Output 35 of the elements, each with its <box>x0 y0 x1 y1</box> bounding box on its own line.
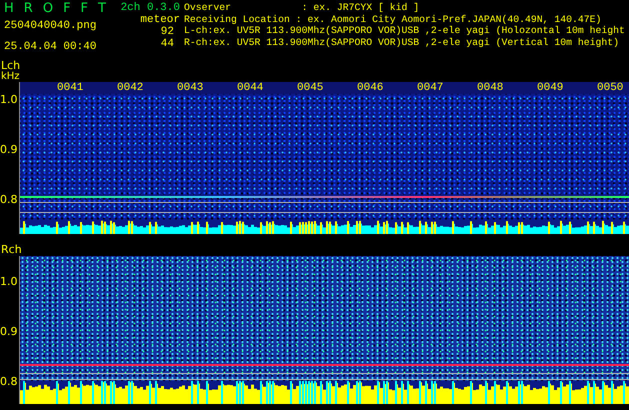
time-label: 0043 <box>177 82 204 94</box>
meteor-count: 92 <box>160 26 175 38</box>
title-letter: R <box>24 2 33 16</box>
title-letter: T <box>98 2 106 16</box>
time-label: 0042 <box>117 82 144 94</box>
time-label: 0045 <box>297 82 324 94</box>
channel-label: Lch <box>0 60 22 72</box>
file-name: 2504040040.png <box>4 20 98 32</box>
time-label: 0041 <box>57 82 84 94</box>
info-line: R-ch:ex. UV5R 113.900Mhz(SAPPORO VOR)USB ,2-ele yagi (Vertical 10m height) <box>184 36 620 48</box>
axis-tick-label: 0.8 <box>0 194 18 206</box>
axis-tick-label: 0.9 <box>0 326 18 338</box>
count-label: meteor <box>140 14 180 26</box>
time-label: 0049 <box>537 82 564 94</box>
time-label: 0046 <box>357 82 384 94</box>
time-label: 0047 <box>417 82 444 94</box>
channel-label: Rch <box>0 244 23 256</box>
info-line: Receiving Location : ex. Aomori City Aomori-Pref.JAPAN(40.49N, 140.47E) <box>184 14 602 25</box>
title-letter: H <box>4 2 14 16</box>
axis-tick-label: 1.0 <box>0 276 18 288</box>
axis-tick-label: 0.8 <box>0 376 18 388</box>
title-letter: F <box>63 2 71 16</box>
title-letter: O <box>42 2 54 16</box>
info-line: Ovserver : ex. JR7CYX [ kid ] <box>184 2 420 14</box>
axis-tick-label: 0.9 <box>0 144 18 156</box>
meteor-count: 44 <box>160 38 175 50</box>
axis-tick-label: 1.0 <box>0 94 18 106</box>
title-letter: F <box>80 2 88 16</box>
time-label: 0050 <box>597 82 624 94</box>
time-label: 0044 <box>237 82 264 94</box>
info-line: L-ch:ex. UV5R 113.900Mhz(SAPPORO VOR)USB ,2-ele yagi (Holozontal 10m height <box>184 25 626 36</box>
time-label: 0048 <box>477 82 504 94</box>
timestamp: 25.04.04 00:40 <box>4 41 98 53</box>
unit-label: kHz <box>0 72 21 82</box>
version-label: 2ch 0.3.0 <box>120 1 180 14</box>
